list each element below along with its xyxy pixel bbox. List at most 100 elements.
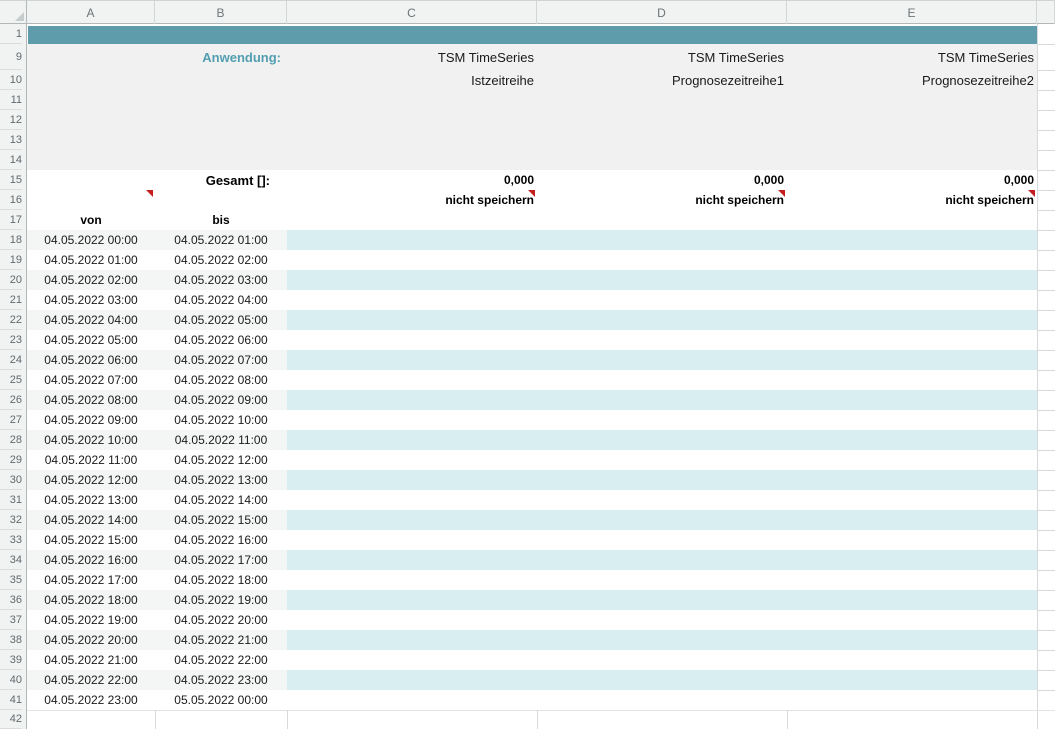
cell-von[interactable]: 04.05.2022 13:00 xyxy=(27,490,155,510)
cell-von[interactable]: 04.05.2022 03:00 xyxy=(27,290,155,310)
cell-bis[interactable]: 04.05.2022 06:00 xyxy=(155,330,287,350)
row-header-42[interactable]: 42 xyxy=(0,710,22,729)
row-header-25[interactable]: 25 xyxy=(0,370,22,390)
cell-von[interactable]: 04.05.2022 18:00 xyxy=(27,590,155,610)
column-header-c[interactable]: C xyxy=(287,1,537,24)
cell-von[interactable]: 04.05.2022 22:00 xyxy=(27,670,155,690)
cell-bis[interactable]: 04.05.2022 03:00 xyxy=(155,270,287,290)
cell-von[interactable]: 04.05.2022 21:00 xyxy=(27,650,155,670)
row-header-16[interactable]: 16 xyxy=(0,190,22,210)
cell-series-name-e[interactable]: Prognosezeitreihe2 xyxy=(787,70,1037,90)
cell-von[interactable]: 04.05.2022 09:00 xyxy=(27,410,155,430)
cell-bis[interactable]: 04.05.2022 10:00 xyxy=(155,410,287,430)
cell-total-e[interactable]: 0,000 xyxy=(787,170,1037,190)
value-cells-row[interactable] xyxy=(287,270,1037,290)
row-header-21[interactable]: 21 xyxy=(0,290,22,310)
value-cells-row[interactable] xyxy=(287,350,1037,370)
column-header-e[interactable]: E xyxy=(787,1,1037,24)
row-header-30[interactable]: 30 xyxy=(0,470,22,490)
cell-series-name-d[interactable]: Prognosezeitreihe1 xyxy=(537,70,787,90)
cell-von[interactable]: 04.05.2022 10:00 xyxy=(27,430,155,450)
row-header-19[interactable]: 19 xyxy=(0,250,22,270)
cell-save-note-e[interactable]: nicht speichern xyxy=(787,190,1037,210)
cell-bis[interactable]: 04.05.2022 09:00 xyxy=(155,390,287,410)
row-header-13[interactable]: 13 xyxy=(0,130,22,150)
row-header-23[interactable]: 23 xyxy=(0,330,22,350)
row-header-32[interactable]: 32 xyxy=(0,510,22,530)
row-header-38[interactable]: 38 xyxy=(0,630,22,650)
cell-bis[interactable]: 04.05.2022 13:00 xyxy=(155,470,287,490)
row-header-15[interactable]: 15 xyxy=(0,170,22,190)
cell-bis[interactable]: 04.05.2022 07:00 xyxy=(155,350,287,370)
value-cells-row[interactable] xyxy=(287,630,1037,650)
row-header-27[interactable]: 27 xyxy=(0,410,22,430)
cell-bis[interactable]: 04.05.2022 23:00 xyxy=(155,670,287,690)
row-header-33[interactable]: 33 xyxy=(0,530,22,550)
cell-app-e[interactable]: TSM TimeSeries xyxy=(787,44,1037,70)
cell-von[interactable]: 04.05.2022 19:00 xyxy=(27,610,155,630)
row-header-22[interactable]: 22 xyxy=(0,310,22,330)
row-header-10[interactable]: 10 xyxy=(0,70,22,90)
cell-von[interactable]: 04.05.2022 00:00 xyxy=(27,230,155,250)
row-header-34[interactable]: 34 xyxy=(0,550,22,570)
cell-bis[interactable]: 04.05.2022 15:00 xyxy=(155,510,287,530)
cell-bis[interactable]: 04.05.2022 16:00 xyxy=(155,530,287,550)
cell-von[interactable]: 04.05.2022 15:00 xyxy=(27,530,155,550)
cell-bis[interactable]: 04.05.2022 11:00 xyxy=(155,430,287,450)
row-header-11[interactable]: 11 xyxy=(0,90,22,110)
row-header-9[interactable]: 9 xyxy=(0,44,22,70)
cell-bis[interactable]: 04.05.2022 17:00 xyxy=(155,550,287,570)
cell-bis[interactable]: 04.05.2022 12:00 xyxy=(155,450,287,470)
row-header-28[interactable]: 28 xyxy=(0,430,22,450)
cell-total-d[interactable]: 0,000 xyxy=(537,170,787,190)
row-header-17[interactable]: 17 xyxy=(0,210,22,230)
cell-bis[interactable]: 04.05.2022 05:00 xyxy=(155,310,287,330)
cell-von[interactable]: 04.05.2022 01:00 xyxy=(27,250,155,270)
value-cells-row[interactable] xyxy=(287,310,1037,330)
cell-save-note-d[interactable]: nicht speichern xyxy=(537,190,787,210)
cell-total-label[interactable]: Gesamt []: xyxy=(155,170,273,190)
row-header-24[interactable]: 24 xyxy=(0,350,22,370)
row-header-20[interactable]: 20 xyxy=(0,270,22,290)
cell-bis[interactable]: 04.05.2022 20:00 xyxy=(155,610,287,630)
cell-bis[interactable]: 04.05.2022 01:00 xyxy=(155,230,287,250)
row-header-26[interactable]: 26 xyxy=(0,390,22,410)
cell-von[interactable]: 04.05.2022 11:00 xyxy=(27,450,155,470)
row-header-12[interactable]: 12 xyxy=(0,110,22,130)
row-header-14[interactable]: 14 xyxy=(0,150,22,170)
cell-bis[interactable]: 04.05.2022 04:00 xyxy=(155,290,287,310)
cell-bis[interactable]: 04.05.2022 22:00 xyxy=(155,650,287,670)
cell-von[interactable]: 04.05.2022 06:00 xyxy=(27,350,155,370)
row-header-37[interactable]: 37 xyxy=(0,610,22,630)
cell-bis[interactable]: 04.05.2022 02:00 xyxy=(155,250,287,270)
row-header-31[interactable]: 31 xyxy=(0,490,22,510)
select-all-corner[interactable] xyxy=(0,0,27,24)
cell-von[interactable]: 04.05.2022 02:00 xyxy=(27,270,155,290)
cell-von[interactable]: 04.05.2022 14:00 xyxy=(27,510,155,530)
cell-von[interactable]: 04.05.2022 07:00 xyxy=(27,370,155,390)
value-cells-row[interactable] xyxy=(287,510,1037,530)
cell-von[interactable]: 04.05.2022 16:00 xyxy=(27,550,155,570)
cell-von[interactable]: 04.05.2022 17:00 xyxy=(27,570,155,590)
cell-total-c[interactable]: 0,000 xyxy=(287,170,537,190)
cell-bis[interactable]: 05.05.2022 00:00 xyxy=(155,690,287,710)
row-header-29[interactable]: 29 xyxy=(0,450,22,470)
cell-save-note-c[interactable]: nicht speichern xyxy=(287,190,537,210)
cell-series-name-c[interactable]: Istzeitreihe xyxy=(287,70,537,90)
column-header-b[interactable]: B xyxy=(155,1,287,24)
row-header-39[interactable]: 39 xyxy=(0,650,22,670)
cell-von[interactable]: 04.05.2022 23:00 xyxy=(27,690,155,710)
value-cells-row[interactable] xyxy=(287,230,1037,250)
value-cells-row[interactable] xyxy=(287,470,1037,490)
cell-von[interactable]: 04.05.2022 04:00 xyxy=(27,310,155,330)
value-cells-row[interactable] xyxy=(287,430,1037,450)
cell-von[interactable]: 04.05.2022 05:00 xyxy=(27,330,155,350)
cell-bis[interactable]: 04.05.2022 18:00 xyxy=(155,570,287,590)
cell-bis-header[interactable]: bis xyxy=(155,210,287,230)
cell-bis[interactable]: 04.05.2022 21:00 xyxy=(155,630,287,650)
column-header-a[interactable]: A xyxy=(27,1,155,24)
row-header-1[interactable]: 1 xyxy=(0,24,22,44)
row-header-36[interactable]: 36 xyxy=(0,590,22,610)
cell-von[interactable]: 04.05.2022 08:00 xyxy=(27,390,155,410)
value-cells-row[interactable] xyxy=(287,390,1037,410)
